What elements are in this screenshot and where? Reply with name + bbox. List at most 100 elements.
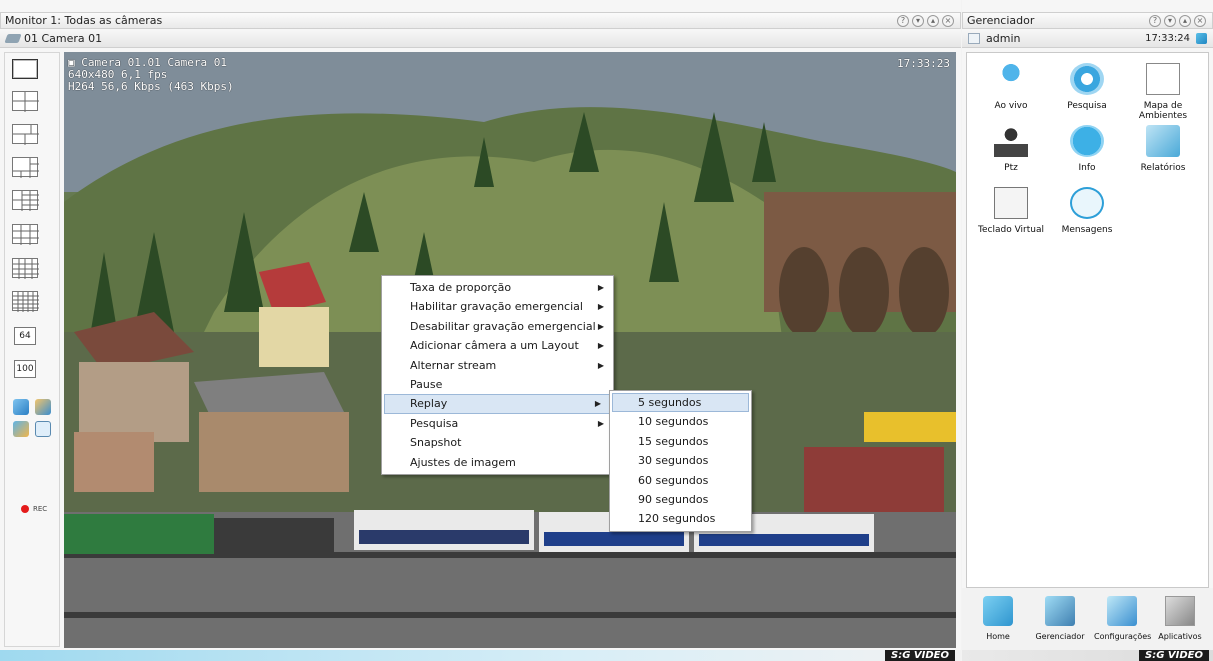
manager-help-icon[interactable]: ?	[1149, 14, 1161, 27]
footer-home[interactable]: Home	[970, 596, 1026, 641]
connection-icon	[1196, 33, 1207, 44]
menu-item-taxa-de-propor-o[interactable]: Taxa de proporção ▶	[382, 278, 613, 297]
minimize-icon[interactable]: ▾	[912, 14, 924, 27]
message-bubble-icon	[1070, 187, 1104, 219]
replay-option[interactable]: 90 segundos	[610, 490, 751, 509]
app-pesquisa[interactable]: Pesquisa	[1049, 63, 1125, 111]
menu-item-label: Pause	[410, 377, 443, 391]
help-icon[interactable]: ?	[897, 14, 909, 27]
monitor-titlebar: Monitor 1: Todas as câmeras ? ▾ ▴ ×	[0, 12, 961, 29]
replay-option[interactable]: 15 segundos	[610, 432, 751, 451]
record-icon	[21, 505, 29, 513]
menu-item-replay[interactable]: Replay ▶	[384, 394, 611, 414]
app-teclado-virtual[interactable]: Teclado Virtual	[973, 187, 1049, 235]
layout-64-button[interactable]: 64	[14, 327, 36, 345]
app-ptz[interactable]: Ptz	[973, 125, 1049, 173]
monitor-title: Monitor 1: Todas as câmeras	[5, 14, 163, 27]
keyboard-icon	[994, 187, 1028, 219]
menu-item-label: Pesquisa	[410, 416, 459, 430]
manager-brand-logo: S:G VIDEO	[1139, 650, 1209, 661]
submenu-arrow-icon: ▶	[597, 341, 604, 351]
app-label: Teclado Virtual	[978, 225, 1044, 235]
submenu-arrow-icon: ▶	[594, 399, 601, 409]
layout-3x3-button[interactable]	[12, 190, 39, 211]
footer-configura-es[interactable]: Configurações	[1094, 596, 1151, 641]
app-mensagens[interactable]: Mensagens	[1049, 187, 1125, 235]
maximize-icon[interactable]: ▴	[927, 14, 939, 27]
snapshot-tool-icon[interactable]	[35, 399, 51, 415]
manager-footer-nav: Home Gerenciador Configurações Aplicativos	[962, 588, 1213, 650]
camera-tab[interactable]: 01 Camera 01	[24, 32, 102, 45]
close-icon[interactable]: ×	[942, 14, 954, 27]
layout-2x2-button[interactable]	[12, 91, 39, 112]
menu-item-label: Ajustes de imagem	[410, 455, 516, 469]
menu-item-habilitar-grava-o-emergencial[interactable]: Habilitar gravação emergencial ▶	[382, 297, 613, 316]
manager-brand-strip: S:G VIDEO	[962, 650, 1213, 661]
info-icon	[1070, 125, 1104, 157]
home-icon	[983, 596, 1013, 626]
menu-item-label: Snapshot	[410, 436, 462, 450]
app-ao-vivo[interactable]: Ao vivo	[973, 63, 1049, 111]
overlay-bitrate: H264 56,6 Kbps (463 Kbps)	[68, 80, 234, 93]
replay-option[interactable]: 30 segundos	[610, 451, 751, 470]
rec-button[interactable]: REC	[21, 505, 47, 513]
settings-icon	[1107, 596, 1137, 626]
menu-item-label: Adicionar câmera a um Layout	[410, 339, 579, 353]
user-camera-icon[interactable]	[13, 421, 29, 437]
menu-item-snapshot[interactable]: Snapshot	[382, 433, 613, 452]
layout-100-button[interactable]: 100	[14, 360, 36, 378]
replay-option[interactable]: 5 segundos	[612, 393, 749, 413]
app-mapa-de-ambientes[interactable]: Mapa de Ambientes	[1125, 63, 1201, 121]
app-label: Ptz	[1004, 163, 1018, 173]
menu-item-alternar-stream[interactable]: Alternar stream ▶	[382, 356, 613, 375]
manager-panel: Gerenciador ? ▾ ▴ × admin 17:33:24 Ao vi…	[962, 0, 1213, 661]
fullscreen-icon[interactable]	[35, 421, 51, 437]
app-label: Mapa de Ambientes	[1138, 101, 1188, 121]
menu-item-label: Habilitar gravação emergencial	[410, 300, 583, 314]
layout-1x1-button[interactable]	[12, 59, 38, 79]
menu-item-adicionar-c-mera-a-um-layout[interactable]: Adicionar câmera a um Layout ▶	[382, 336, 613, 355]
manager-minimize-icon[interactable]: ▾	[1164, 14, 1176, 27]
manager-close-icon[interactable]: ×	[1194, 14, 1206, 27]
layout-1plus5-button[interactable]	[12, 157, 39, 178]
menu-item-label: Alternar stream	[410, 358, 497, 372]
video-clock: 17:33:23	[897, 57, 950, 70]
replay-option[interactable]: 120 segundos	[610, 509, 751, 528]
replay-option[interactable]: 60 segundos	[610, 471, 751, 490]
rec-label: REC	[33, 505, 48, 513]
menu-item-pesquisa[interactable]: Pesquisa ▶	[382, 414, 613, 433]
menu-item-pause[interactable]: Pause	[382, 375, 613, 394]
app-label: Ao vivo	[994, 101, 1028, 111]
replay-option[interactable]: 10 segundos	[610, 412, 751, 431]
replay-submenu: 5 segundos 10 segundos 15 segundos 30 segun…	[609, 390, 752, 532]
camera-tab-bar: 01 Camera 01	[0, 30, 961, 48]
layout-3x3-alt-button[interactable]	[12, 224, 39, 245]
app-label: Pesquisa	[1067, 101, 1107, 111]
footer-label: Gerenciador	[1035, 632, 1085, 641]
camera-icon	[4, 34, 22, 43]
submenu-arrow-icon: ▶	[597, 302, 604, 312]
menu-item-label: Desabilitar gravação emergencial	[410, 319, 596, 333]
reports-icon	[1146, 125, 1180, 157]
search-camera-icon	[1070, 63, 1104, 95]
app-info[interactable]: Info	[1049, 125, 1125, 173]
menu-item-desabilitar-grava-o-emergencial[interactable]: Desabilitar gravação emergencial ▶	[382, 317, 613, 336]
monitor-status-strip	[0, 650, 961, 661]
layout-1plus3-button[interactable]	[12, 124, 39, 145]
menu-item-ajustes-de-imagem[interactable]: Ajustes de imagem	[382, 453, 613, 472]
apps-icon	[1165, 596, 1195, 626]
app-label: Info	[1078, 163, 1096, 173]
app-relat-rios[interactable]: Relatórios	[1125, 125, 1201, 173]
manager-title: Gerenciador	[967, 14, 1035, 27]
layout-4x4-button[interactable]	[12, 258, 39, 279]
manager-maximize-icon[interactable]: ▴	[1179, 14, 1191, 27]
footer-label: Aplicativos	[1158, 632, 1202, 641]
joystick-icon	[994, 125, 1028, 157]
footer-aplicativos[interactable]: Aplicativos	[1152, 596, 1208, 641]
monitor-view-icon[interactable]	[13, 399, 29, 415]
app-label: Relatórios	[1140, 163, 1186, 173]
footer-gerenciador[interactable]: Gerenciador	[1032, 596, 1088, 641]
layout-5x5-button[interactable]	[12, 291, 39, 312]
live-user-icon	[994, 63, 1028, 95]
footer-label: Home	[986, 632, 1010, 641]
